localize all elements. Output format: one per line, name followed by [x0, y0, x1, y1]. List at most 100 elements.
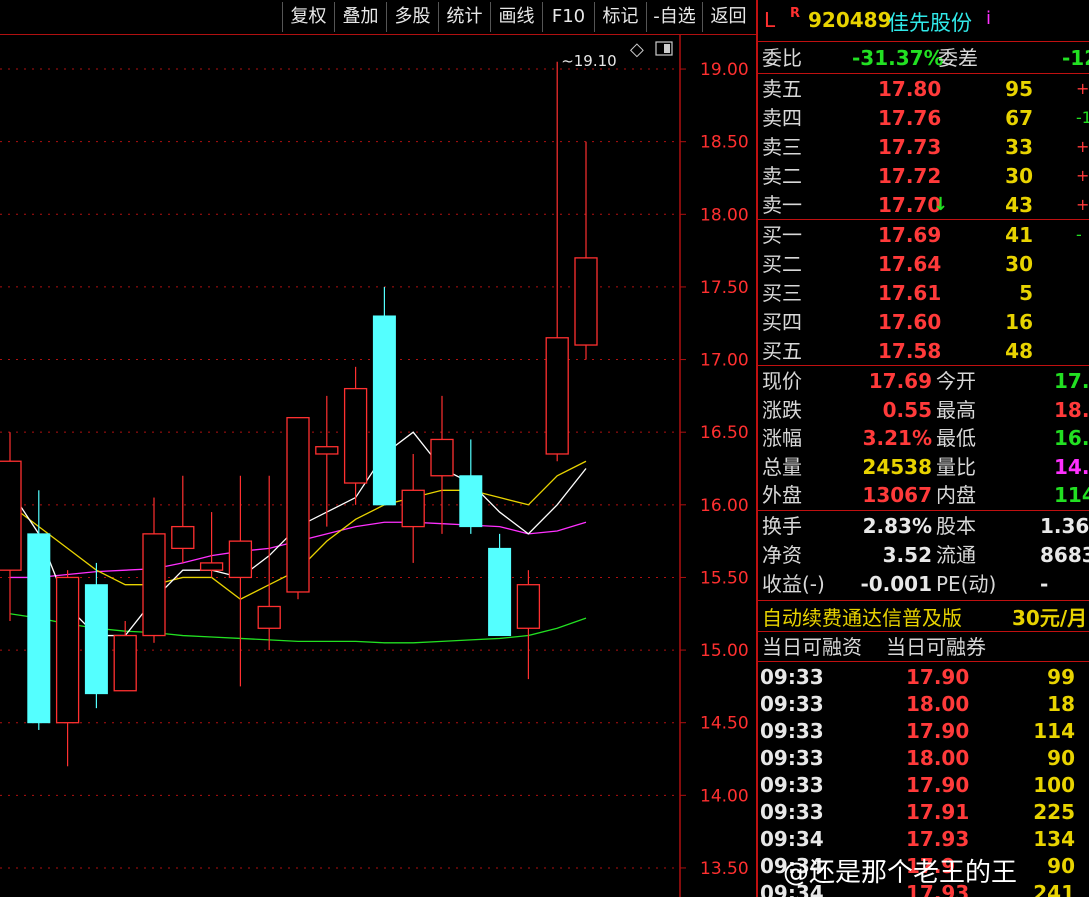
tick-time: 09:33 — [760, 746, 824, 770]
peak-price-label: ~19.10 — [561, 52, 617, 70]
candle-up — [574, 257, 598, 346]
asks-price: 17.73 — [878, 135, 942, 159]
tick-price: 18.00 — [906, 692, 970, 716]
bids-volume: 16 — [1005, 310, 1033, 334]
tick-row[interactable]: 09:33 18.00 90 — [758, 744, 1089, 772]
candle-up — [257, 605, 281, 629]
tick-price: 18.00 — [906, 746, 970, 770]
level-flag: L — [764, 8, 776, 32]
bids-label: 买二 — [762, 252, 802, 276]
price-tick-label: 14.50 — [700, 714, 749, 734]
fundamental-value: 1.36亿 — [1040, 514, 1089, 538]
book-row-bids: 买三 17.61 5 — [758, 279, 1089, 307]
price-tick-label: 17.50 — [700, 278, 749, 298]
book-row-asks: 卖四 17.76 67 -16 — [758, 104, 1089, 132]
promo-banner[interactable]: 自动续费通达信普及版 30元/月 — [758, 601, 1089, 631]
quote-value: 24538 — [862, 454, 932, 479]
candle-down — [27, 533, 51, 724]
fundamental-row: 净资 3.52流通 8683万 — [758, 541, 1089, 569]
bids-volume: 48 — [1005, 339, 1033, 363]
divider — [758, 219, 1089, 220]
fundamental-value: -0.001 — [860, 572, 932, 596]
price-tick-label: 15.00 — [700, 641, 749, 661]
book-row-bids: 买一 17.69 41 - — [758, 221, 1089, 249]
asks-change: +4 — [1076, 195, 1089, 214]
divider — [758, 365, 1089, 366]
candle-down — [459, 475, 483, 528]
asks-price: 17.70 — [878, 193, 942, 217]
tick-time: 09:33 — [760, 665, 824, 689]
bids-volume: 30 — [1005, 252, 1033, 276]
statistics-button[interactable]: 统计 — [438, 2, 490, 32]
divider — [758, 510, 1089, 511]
divider — [758, 41, 1089, 42]
asks-label: 卖五 — [762, 77, 802, 101]
multi-stock-button[interactable]: 多股 — [386, 2, 438, 32]
chart-toolbar: 复权 叠加 多股 统计 画线 F10 标记 -自选 返回 — [0, 0, 756, 35]
watermark: @还是那个老王的王 — [783, 852, 1017, 892]
asks-change: -16 — [1076, 108, 1089, 127]
quote-label: 内盘 — [936, 483, 976, 507]
tick-time: 09:33 — [760, 800, 824, 824]
price-tick-label: 17.00 — [700, 351, 749, 371]
asks-label: 卖一 — [762, 193, 802, 217]
candle-up — [545, 337, 569, 455]
stock-code: 920489 — [808, 8, 892, 32]
book-row-asks: 卖二 17.72 30 +3 — [758, 162, 1089, 190]
tick-row[interactable]: 09:33 17.90 99 — [758, 663, 1089, 691]
back-button[interactable]: 返回 — [702, 2, 754, 32]
asks-label: 卖二 — [762, 164, 802, 188]
candle-up — [430, 438, 454, 477]
asks-change: +9 — [1076, 79, 1089, 98]
bids-volume: 5 — [1019, 281, 1033, 305]
diamond-icon: ◇ — [630, 39, 644, 60]
candle-up — [171, 525, 195, 550]
candle-up — [199, 562, 224, 571]
margin-badge: R — [790, 6, 801, 21]
divider — [758, 661, 1089, 662]
candle-up — [315, 446, 339, 455]
tick-volume: 18 — [1047, 692, 1075, 716]
bids-price: 17.64 — [878, 252, 942, 276]
kline-svg: 19.00 18.50 18.00 17.50 17.00 16.50 16.00 15.50… — [0, 35, 749, 897]
tick-volume: 100 — [1033, 773, 1075, 797]
fundamental-value: 2.83% — [862, 514, 932, 538]
candle-up — [55, 576, 80, 724]
f10-button[interactable]: F10 — [542, 2, 594, 32]
price-tick-label: 14.00 — [700, 786, 749, 806]
divider — [758, 631, 1089, 632]
tick-row[interactable]: 09:33 17.90 114 — [758, 717, 1089, 745]
weibi-value: -31.37% — [852, 46, 944, 70]
asks-volume: 43 — [1005, 193, 1033, 217]
tick-row[interactable]: 09:33 17.91 225 — [758, 798, 1089, 826]
info-icon[interactable]: i — [986, 8, 991, 29]
remove-watchlist-button[interactable]: -自选 — [646, 2, 702, 32]
mark-button[interactable]: 标记 — [594, 2, 646, 32]
quote-label: 现价 — [762, 369, 802, 393]
tick-row[interactable]: 09:33 17.90 100 — [758, 771, 1089, 799]
stock-app: 复权 叠加 多股 统计 画线 F10 标记 -自选 返回 19.00 18.50 1… — [0, 0, 1089, 897]
tick-row[interactable]: 09:33 18.00 18 — [758, 690, 1089, 718]
fundamental-label: 换手 — [762, 514, 802, 538]
tick-volume: 241 — [1033, 881, 1075, 897]
draw-line-button[interactable]: 画线 — [490, 2, 542, 32]
stock-title: L R 920489 佳先股份 i — [758, 4, 1089, 38]
asks-volume: 95 — [1005, 77, 1033, 101]
tick-time: 09:34 — [760, 827, 824, 851]
overlay-button[interactable]: 叠加 — [334, 2, 386, 32]
candle-up — [401, 489, 425, 528]
restore-rights-button[interactable]: 复权 — [282, 2, 334, 32]
candle-up — [228, 540, 253, 579]
tick-row[interactable]: 09:34 17.93 134 — [758, 825, 1089, 853]
quote-label: 涨幅 — [762, 426, 802, 450]
candle-up — [516, 584, 541, 629]
tick-volume: 134 — [1033, 827, 1075, 851]
margin-finance-label: 当日可融资 — [762, 635, 862, 659]
fundamental-value: 3.52 — [882, 543, 932, 567]
kline-chart[interactable]: 19.00 18.50 18.00 17.50 17.00 16.50 16.00 15.50… — [0, 35, 756, 897]
quote-label: 外盘 — [762, 483, 802, 507]
promo-price: 30元/月 — [1012, 606, 1088, 630]
quote-label: 今开 — [936, 369, 976, 393]
tick-price: 17.90 — [906, 773, 970, 797]
quote-value: 13067 — [862, 483, 932, 507]
